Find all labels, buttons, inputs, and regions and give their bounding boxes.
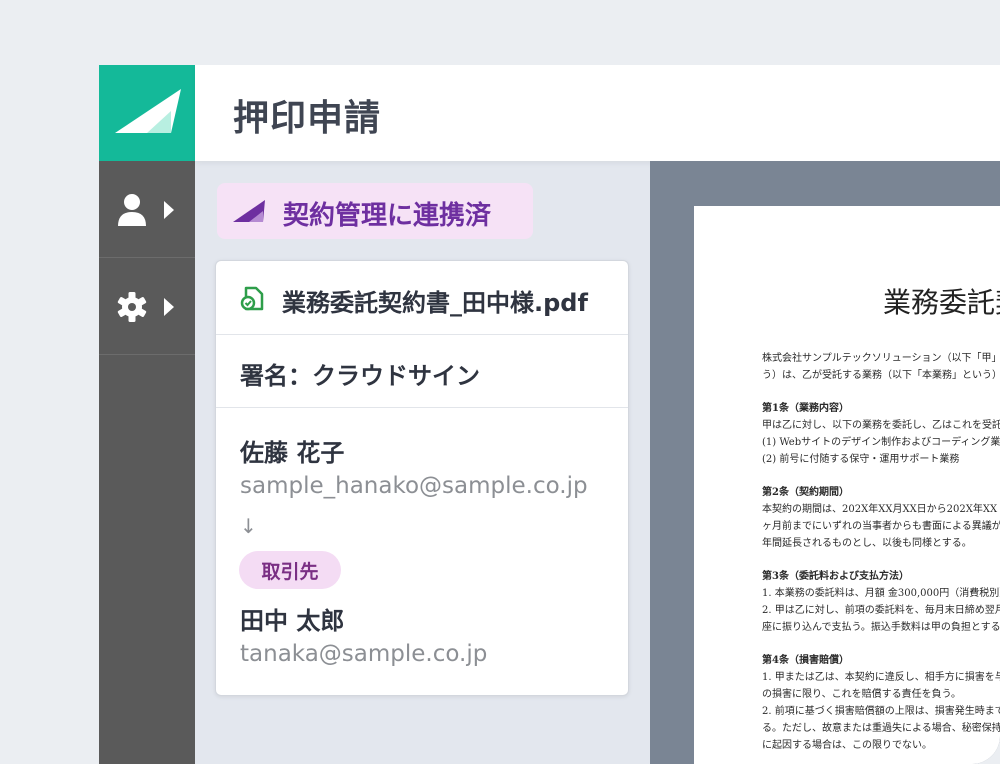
request-card: 業務委託契約書_田中様.pdf 署名：クラウドサイン 佐藤 花子 sample_… bbox=[215, 260, 629, 696]
sign-method-label: 署名：クラウドサイン bbox=[240, 362, 480, 390]
sidebar bbox=[99, 65, 195, 764]
document-line: 株式会社サンプルテックソリューション（以下「甲」 bbox=[762, 353, 1000, 364]
document-line: う）は、乙が受託する業務（以下「本業務」という） bbox=[762, 370, 1000, 381]
app-logo[interactable] bbox=[99, 65, 195, 161]
document-line: に起因する場合は、この限りでない。 bbox=[762, 740, 932, 751]
document-line: 本契約の期間は、202X年XX月XX日から202X年XX bbox=[762, 504, 998, 515]
contract-linked-badge: 契約管理に連携済 bbox=[217, 183, 533, 239]
document-heading: 第4条（損害賠償） bbox=[762, 655, 849, 666]
document-line: 2. 甲は乙に対し、前項の委託料を、毎月末日締め翌月 bbox=[762, 605, 1000, 616]
contract-logo-icon bbox=[233, 200, 265, 222]
sender-name: 佐藤 花子 bbox=[240, 439, 345, 467]
document-line: 1. 甲または乙は、本契約に違反し、相手方に損害を与 bbox=[762, 672, 1000, 683]
partner-tag: 取引先 bbox=[239, 551, 341, 589]
recipient-name: 田中 太郎 bbox=[240, 607, 345, 635]
file-name: 業務委託契約書_田中様.pdf bbox=[282, 289, 588, 317]
user-icon bbox=[118, 194, 174, 226]
document-preview-pane[interactable]: 業務委託契 株式会社サンプルテックソリューション（以下「甲」 う）は、乙が受託す… bbox=[650, 161, 1000, 764]
app-window: 押印申請 契約管理に連携済 業務委託契約書_田中様.pdf 署名：クラウドサイン bbox=[99, 65, 1000, 764]
document-line: (2) 前号に付随する保守・運用サポート業務 bbox=[762, 454, 960, 465]
document-line: 座に振り込んで支払う。振込手数料は甲の負担とする。 bbox=[762, 622, 1000, 633]
window-frame: 押印申請 契約管理に連携済 業務委託契約書_田中様.pdf 署名：クラウドサイン bbox=[0, 0, 1000, 764]
document-line: 2. 前項に基づく損害賠償額の上限は、損害発生時まで bbox=[762, 706, 1000, 717]
document-line: 年間延長されるものとし、以後も同様とする。 bbox=[762, 538, 972, 549]
document-heading: 第3条（委託料および支払方法） bbox=[762, 571, 909, 582]
logo-icon bbox=[115, 89, 181, 133]
sidebar-item-settings[interactable] bbox=[99, 258, 195, 355]
sign-method-row: 署名：クラウドサイン bbox=[216, 334, 628, 408]
document-line: の損害に限り、これを賠償する責任を負う。 bbox=[762, 689, 961, 700]
document-line: 甲は乙に対し、以下の業務を委託し、乙はこれを受託 bbox=[762, 420, 1000, 431]
document-heading: 第1条（業務内容） bbox=[762, 403, 849, 414]
gear-icon bbox=[117, 292, 174, 322]
document-heading: 第2条（契約期間） bbox=[762, 487, 849, 498]
document-line: る。ただし、故意または重過失による場合、秘密保持 bbox=[762, 723, 1000, 734]
page-header: 押印申請 bbox=[195, 65, 1000, 161]
recipient-email: tanaka@sample.co.jp bbox=[240, 641, 488, 667]
file-check-icon bbox=[240, 286, 264, 311]
document-page: 業務委託契 株式会社サンプルテックソリューション（以下「甲」 う）は、乙が受託す… bbox=[694, 206, 1000, 764]
sender-email: sample_hanako@sample.co.jp bbox=[240, 473, 588, 499]
document-line: 1. 本業務の委託料は、月額 金300,000円（消費税別） bbox=[762, 588, 1000, 599]
down-arrow-icon: ↓ bbox=[240, 514, 257, 538]
partner-tag-label: 取引先 bbox=[261, 561, 319, 583]
document-line: (1) Webサイトのデザイン制作およびコーディング業務 bbox=[762, 437, 1000, 448]
document-line: ヶ月前までにいずれの当事者からも書面による異議が bbox=[762, 521, 1000, 532]
document-title: 業務委託契 bbox=[883, 286, 1000, 319]
file-row[interactable]: 業務委託契約書_田中様.pdf bbox=[216, 261, 628, 335]
badge-label: 契約管理に連携済 bbox=[283, 201, 492, 231]
sidebar-item-user[interactable] bbox=[99, 161, 195, 258]
page-title: 押印申請 bbox=[233, 98, 382, 139]
